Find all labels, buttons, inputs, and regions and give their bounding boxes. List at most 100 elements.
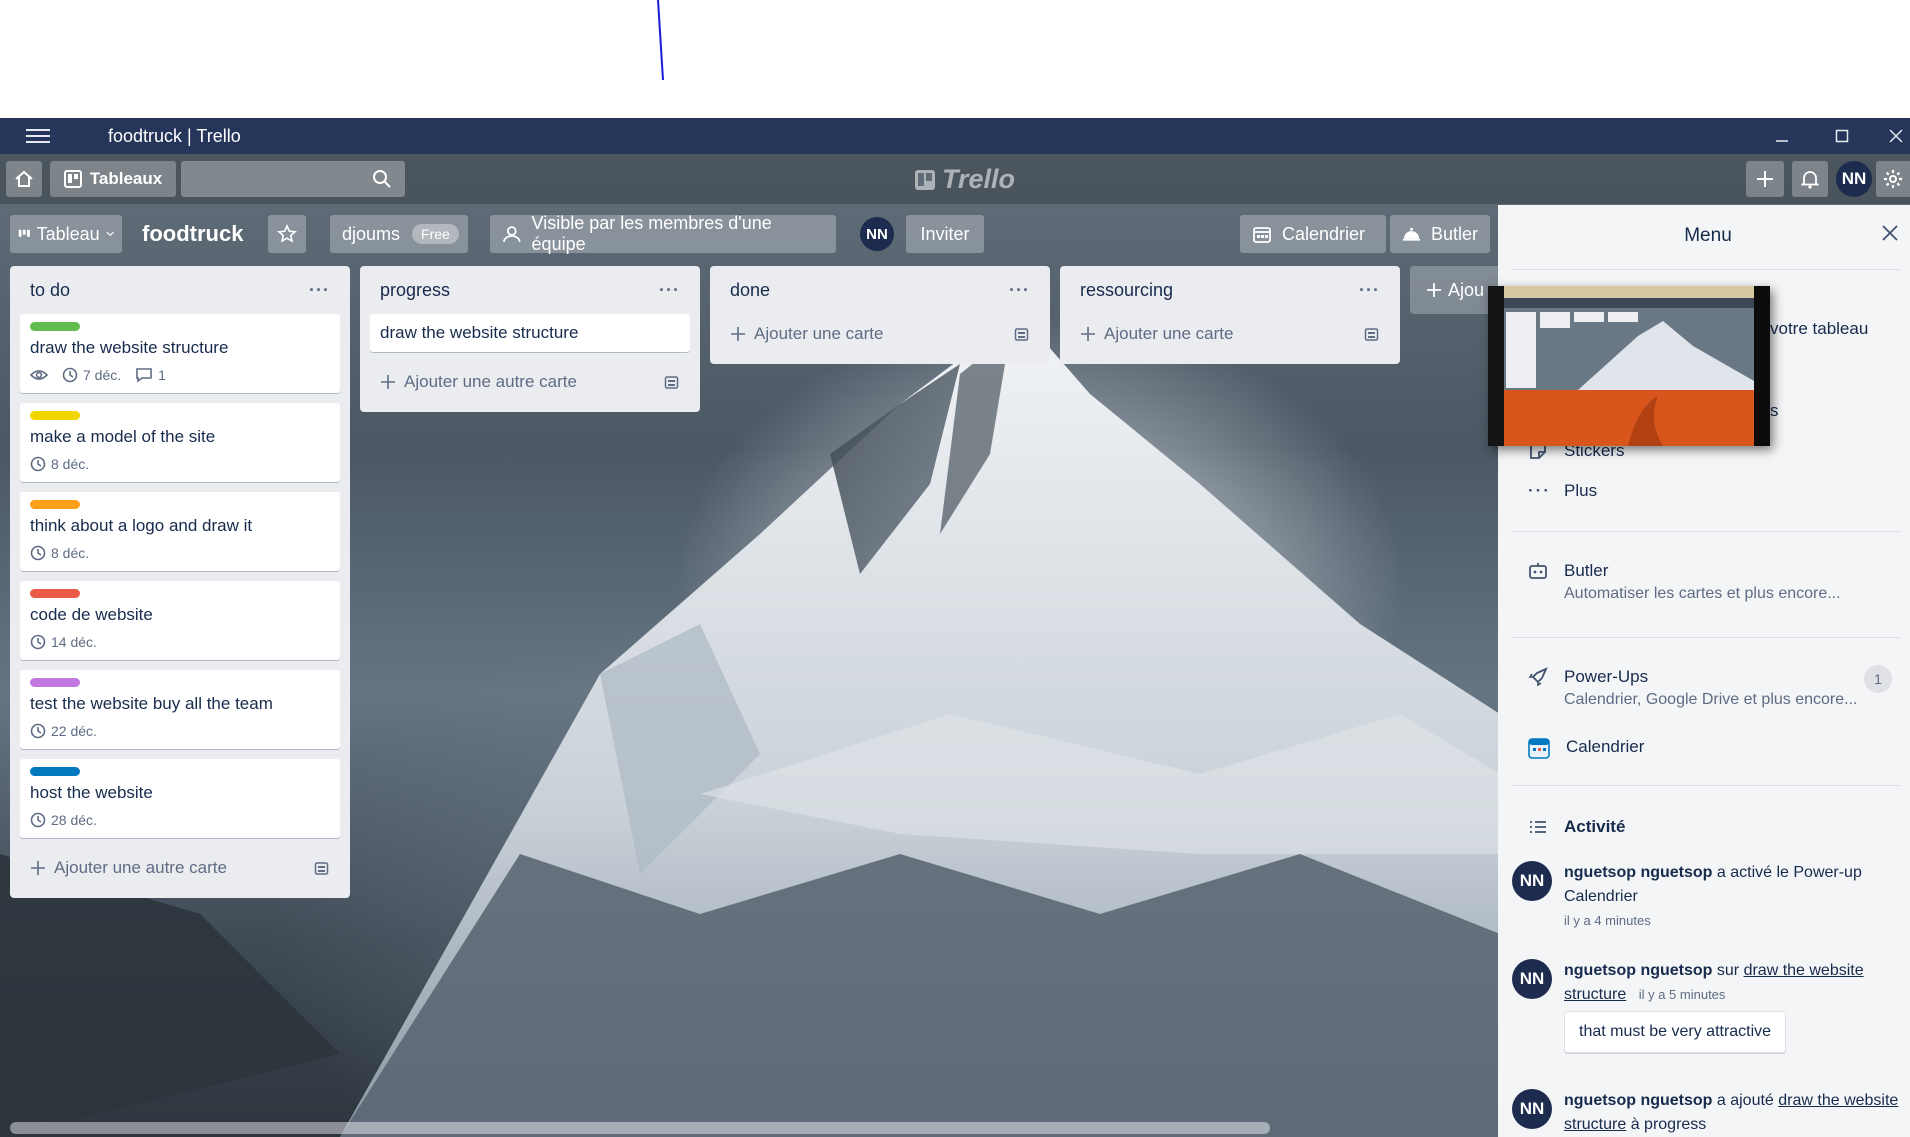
menu-calendar-label: Calendrier (1566, 737, 1645, 756)
thumbnail-image (1488, 286, 1770, 446)
add-card-label: Ajouter une carte (754, 324, 884, 343)
list-title[interactable]: progress (380, 280, 450, 301)
activity-time[interactable]: il y a 5 minutes (1639, 987, 1726, 1002)
list-menu-icon[interactable]: ··· (659, 280, 680, 301)
board-member-avatar[interactable]: NN (860, 217, 894, 251)
activity-user[interactable]: nguetsop nguetsop (1564, 1092, 1712, 1109)
trello-logo[interactable]: Trello (914, 164, 1015, 195)
clock-icon (30, 634, 46, 650)
card-label-red[interactable] (30, 589, 80, 598)
card-draw-website-structure[interactable]: draw the website structure (370, 314, 690, 352)
due-date-badge[interactable]: 14 déc. (30, 634, 97, 650)
list-menu-icon[interactable]: ··· (1009, 280, 1030, 301)
activity-text: sur (1712, 962, 1744, 979)
card-label-yellow[interactable] (30, 411, 80, 420)
menu-butler[interactable]: Butler Automatiser les cartes et plus en… (1528, 561, 1841, 603)
due-date-badge[interactable]: 22 déc. (30, 723, 97, 739)
create-button[interactable] (1746, 161, 1784, 197)
notifications-button[interactable] (1792, 161, 1828, 197)
add-card-button[interactable]: Ajouter une autre carte (20, 848, 340, 888)
window-titlebar: foodtruck | Trello (0, 118, 1910, 154)
card-badges: 7 déc. 1 (30, 367, 330, 383)
minimize-icon (1776, 140, 1788, 142)
activity-avatar[interactable]: NN (1512, 861, 1552, 901)
star-board-button[interactable] (268, 215, 306, 253)
list-header: to do ··· (20, 266, 340, 314)
boards-button[interactable]: Tableaux (50, 161, 176, 197)
card-template-icon[interactable] (314, 860, 330, 876)
card-test-website[interactable]: test the website buy all the team 22 déc… (20, 670, 340, 749)
due-date-badge[interactable]: 28 déc. (30, 812, 97, 828)
card-code-website[interactable]: code de website 14 déc. (20, 581, 340, 660)
card-badges: 22 déc. (30, 723, 330, 739)
plus-icon (1081, 327, 1095, 341)
card-template-icon[interactable] (664, 374, 680, 390)
invite-button[interactable]: Inviter (906, 215, 984, 253)
butler-icon (1402, 227, 1421, 241)
horizontal-scrollbar[interactable] (10, 1122, 1270, 1134)
plan-badge: Free (412, 224, 459, 244)
card-template-icon[interactable] (1014, 326, 1030, 342)
add-card-label: Ajouter une autre carte (54, 858, 227, 877)
list-header: done ··· (720, 266, 1040, 314)
card-make-model[interactable]: make a model of the site 8 déc. (20, 403, 340, 482)
list-title[interactable]: done (730, 280, 770, 301)
card-host-website[interactable]: host the website 28 déc. (20, 759, 340, 838)
card-label-purple[interactable] (30, 678, 80, 687)
list-title[interactable]: ressourcing (1080, 280, 1173, 301)
card-label-green[interactable] (30, 322, 80, 331)
add-card-button[interactable]: Ajouter une autre carte (370, 362, 690, 402)
add-card-label: Ajouter une autre carte (404, 372, 577, 391)
window-preview-thumbnail[interactable] (1488, 286, 1770, 446)
menu-title: Menu (1684, 225, 1732, 246)
gear-icon (1884, 170, 1902, 188)
due-date-badge[interactable]: 8 déc. (30, 456, 89, 472)
home-button[interactable] (6, 161, 42, 197)
menu-power-ups[interactable]: Power-Ups Calendrier, Google Drive et pl… (1528, 667, 1857, 709)
board-name[interactable]: foodtruck (142, 221, 243, 247)
card-title: test the website buy all the team (30, 694, 273, 713)
eye-icon (30, 370, 48, 380)
list-menu-icon[interactable]: ··· (1359, 280, 1380, 301)
hamburger-menu-icon[interactable] (26, 129, 50, 143)
minimize-button[interactable] (1758, 118, 1806, 154)
card-draw-website-structure[interactable]: draw the website structure 7 déc. 1 (20, 314, 340, 393)
menu-calendar-power-up[interactable]: Calendrier (1528, 737, 1644, 759)
search-icon[interactable] (372, 169, 392, 189)
add-card-button[interactable]: Ajouter une carte (1070, 314, 1390, 354)
card-template-icon[interactable] (1364, 326, 1380, 342)
close-icon[interactable] (1881, 224, 1899, 242)
list-title[interactable]: to do (30, 280, 70, 301)
rocket-icon (1528, 667, 1548, 687)
card-label-blue[interactable] (30, 767, 80, 776)
butler-label: Butler (1430, 223, 1478, 244)
settings-button[interactable] (1876, 161, 1910, 197)
due-date-badge[interactable]: 8 déc. (30, 545, 89, 561)
maximize-button[interactable] (1818, 118, 1866, 154)
menu-partial-text: votre tableau (1770, 319, 1869, 338)
butler-button[interactable]: Butler (1390, 215, 1490, 253)
due-date-badge[interactable]: 7 déc. (62, 367, 121, 383)
list-menu-icon[interactable]: ··· (309, 280, 330, 301)
card-logo[interactable]: think about a logo and draw it 8 déc. (20, 492, 340, 571)
trello-logo-text: Trello (942, 164, 1016, 194)
menu-partial-text: s (1770, 401, 1779, 420)
menu-power-ups-subtitle: Calendrier, Google Drive et plus encore.… (1564, 691, 1858, 708)
user-avatar[interactable]: NN (1836, 161, 1872, 197)
team-button[interactable]: djoums Free (330, 215, 468, 253)
close-window-button[interactable] (1872, 118, 1910, 154)
activity-user[interactable]: nguetsop nguetsop (1564, 864, 1712, 881)
due-date-text: 22 déc. (51, 723, 97, 739)
board-view-switcher[interactable]: Tableau (10, 215, 122, 253)
menu-more[interactable]: ··· Plus (1528, 481, 1597, 501)
visibility-button[interactable]: Visible par les membres d'une équipe (490, 213, 836, 254)
add-card-button[interactable]: Ajouter une carte (720, 314, 1040, 354)
card-label-orange[interactable] (30, 500, 80, 509)
activity-time[interactable]: il y a 4 minutes (1564, 909, 1902, 933)
activity-user[interactable]: nguetsop nguetsop (1564, 962, 1712, 979)
boards-icon (63, 170, 82, 188)
activity-avatar[interactable]: NN (1512, 959, 1552, 999)
calendar-button[interactable]: Calendrier (1240, 215, 1386, 253)
activity-avatar[interactable]: NN (1512, 1089, 1552, 1129)
card-badges: 8 déc. (30, 545, 330, 561)
